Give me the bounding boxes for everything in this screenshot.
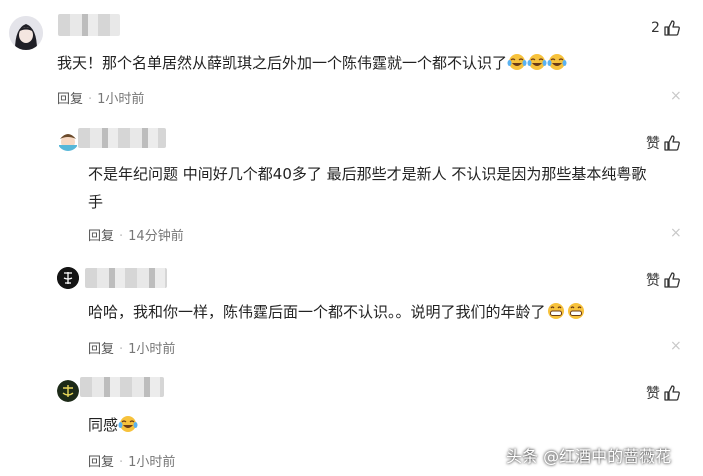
laugh-cry-emoji-icon [507,52,527,80]
reply-meta: 回复 · 1小时前 [88,338,175,357]
reply-body: 哈哈，我和你一样，陈伟霆后面一个都不认识。。说明了我们的年龄了 [88,303,546,321]
meta-separator: · [119,342,124,357]
anime-girl-avatar-icon [9,16,43,50]
reply-meta: 回复 · 1小时前 [88,451,175,470]
reply-text: 不是年纪问题 中间好几个都40多了 最后那些才是新人 不认识是因为那些基本纯粤歌… [88,160,648,216]
reply-body: 不是年纪问题 中间好几个都40多了 最后那些才是新人 不认识是因为那些基本纯粤歌… [88,165,647,211]
replier-avatar[interactable] [57,380,79,402]
cartoon-avatar-icon [57,129,79,151]
like-button[interactable]: 赞 [646,270,681,290]
like-label: 赞 [646,273,660,289]
replier-name-blurred[interactable] [85,268,167,288]
reply-text: 同感 [88,411,138,442]
meta-separator: · [119,229,124,244]
comment-text: 我天！那个名单居然从薛凯琪之后外加一个陈伟霆就一个都不认识了 [57,49,567,80]
laugh-cry-emoji-icon [527,52,547,80]
reply-time: 1小时前 [128,342,176,357]
meta-separator: · [88,92,93,107]
reply-text: 哈哈，我和你一样，陈伟霆后面一个都不认识。。说明了我们的年龄了 [88,298,586,329]
reply-time: 1小时前 [128,455,176,470]
close-icon[interactable]: × [670,88,682,104]
like-label: 赞 [646,386,660,402]
close-icon[interactable]: × [670,225,682,241]
close-icon[interactable]: × [670,338,682,354]
replier-avatar[interactable] [57,129,79,151]
replier-avatar[interactable] [57,267,79,289]
watermark: 头条 @红酒中的蔷薇花 [506,447,672,466]
grin-emoji-icon [546,301,566,329]
commenter-name-blurred[interactable] [58,14,120,36]
replier-name-blurred[interactable] [80,377,164,397]
dark-calligraphy-avatar-icon [57,267,79,289]
thumbs-up-icon [663,271,681,289]
reply-button[interactable]: 回复 [88,455,114,470]
meta-separator: · [119,455,124,470]
reply-button[interactable]: 回复 [57,92,83,107]
reply-button[interactable]: 回复 [88,229,114,244]
replier-name-blurred[interactable] [78,128,166,148]
dark-green-logo-avatar-icon [57,380,79,402]
comment-time: 1小时前 [97,92,145,107]
comment-body: 我天！那个名单居然从薛凯琪之后外加一个陈伟霆就一个都不认识了 [57,54,508,72]
like-label: 赞 [646,136,660,152]
like-count: 2 [651,20,660,36]
comment-meta: 回复 · 1小时前 [57,88,144,107]
commenter-avatar[interactable] [9,16,43,50]
thumbs-up-icon [663,134,681,152]
reply-time: 14分钟前 [128,229,184,244]
laugh-cry-emoji-icon [118,414,138,442]
thumbs-up-icon [663,19,681,37]
thumbs-up-icon [663,384,681,402]
like-button[interactable]: 赞 [646,383,681,403]
laugh-cry-emoji-icon [547,52,567,80]
reply-body: 同感 [88,416,119,434]
grin-emoji-icon [566,301,586,329]
reply-meta: 回复 · 14分钟前 [88,225,184,244]
like-button[interactable]: 赞 [646,133,681,153]
like-button[interactable]: 2 [651,19,681,37]
reply-button[interactable]: 回复 [88,342,114,357]
